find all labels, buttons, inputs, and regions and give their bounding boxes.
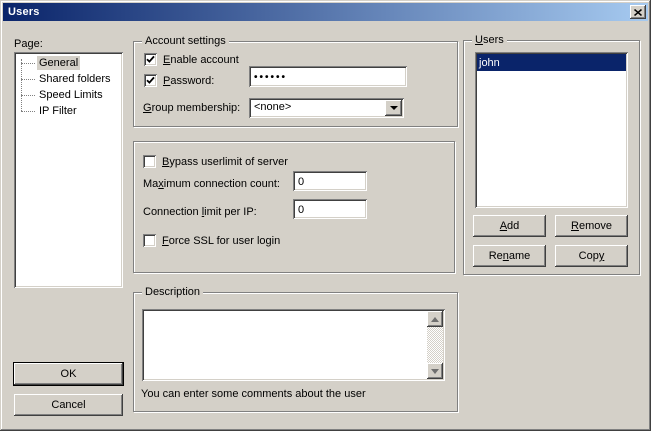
remove-button[interactable]: Remove	[555, 215, 628, 237]
ok-button[interactable]: OK	[14, 363, 123, 385]
copy-button[interactable]: Copy	[555, 245, 628, 267]
group-membership-label: Group membership:	[143, 102, 240, 115]
description-scrollbar[interactable]	[427, 311, 443, 379]
tree-connector	[21, 95, 35, 96]
users-listbox[interactable]: john	[475, 52, 628, 208]
group-membership-select[interactable]: <none>	[249, 98, 404, 118]
checkmark-icon	[146, 76, 155, 85]
password-checkbox[interactable]	[144, 74, 157, 87]
force-ssl-label: Force SSL for user login	[162, 235, 280, 248]
description-caption: Description	[142, 286, 203, 298]
page-item-speed-limits[interactable]: Speed Limits	[16, 87, 121, 103]
max-connections-input[interactable]	[293, 171, 367, 191]
page-listbox[interactable]: General Shared folders Speed Limits IP F…	[14, 52, 123, 288]
window-title: Users	[8, 6, 40, 18]
close-button[interactable]	[630, 5, 646, 19]
max-connections-label: Maximum connection count:	[143, 178, 280, 191]
connection-limit-per-ip-label: Connection limit per IP:	[143, 206, 257, 219]
force-ssl-checkbox[interactable]	[143, 234, 156, 247]
checkmark-icon	[146, 55, 155, 64]
enable-account-label: Enable account	[163, 54, 239, 67]
bypass-userlimit-checkbox[interactable]	[143, 155, 156, 168]
connection-limit-per-ip-input[interactable]	[293, 199, 367, 219]
page-item-general[interactable]: General	[16, 55, 121, 71]
page-label: Page:	[14, 38, 43, 51]
page-item-shared-folders[interactable]: Shared folders	[16, 71, 121, 87]
description-textarea[interactable]	[142, 309, 445, 381]
cancel-button[interactable]: Cancel	[14, 394, 123, 416]
rename-button[interactable]: Rename	[473, 245, 546, 267]
description-hint: You can enter some comments about the us…	[141, 388, 366, 401]
tree-connector	[21, 111, 35, 112]
scroll-up-button[interactable]	[427, 311, 443, 327]
users-dialog: Users Page: General Shared folders Speed…	[0, 0, 651, 431]
bypass-userlimit-label: Bypass userlimit of server	[162, 156, 288, 169]
password-label: Password:	[163, 75, 214, 88]
triangle-down-icon	[431, 369, 439, 374]
password-input[interactable]	[249, 66, 407, 87]
tree-connector	[21, 79, 35, 80]
account-settings-caption: Account settings	[142, 35, 229, 47]
scroll-down-button[interactable]	[427, 363, 443, 379]
group-membership-value: <none>	[254, 102, 291, 113]
close-icon	[634, 9, 642, 16]
user-item-john[interactable]: john	[477, 54, 626, 71]
enable-account-checkbox[interactable]	[144, 53, 157, 66]
group-membership-dropdown-button[interactable]	[385, 100, 402, 116]
users-caption: Users	[472, 34, 507, 46]
add-button[interactable]: Add	[473, 215, 546, 237]
triangle-up-icon	[431, 317, 439, 322]
page-item-ip-filter[interactable]: IP Filter	[16, 103, 121, 119]
chevron-down-icon	[390, 106, 398, 110]
tree-connector	[21, 63, 35, 64]
title-bar[interactable]: Users	[3, 3, 648, 21]
